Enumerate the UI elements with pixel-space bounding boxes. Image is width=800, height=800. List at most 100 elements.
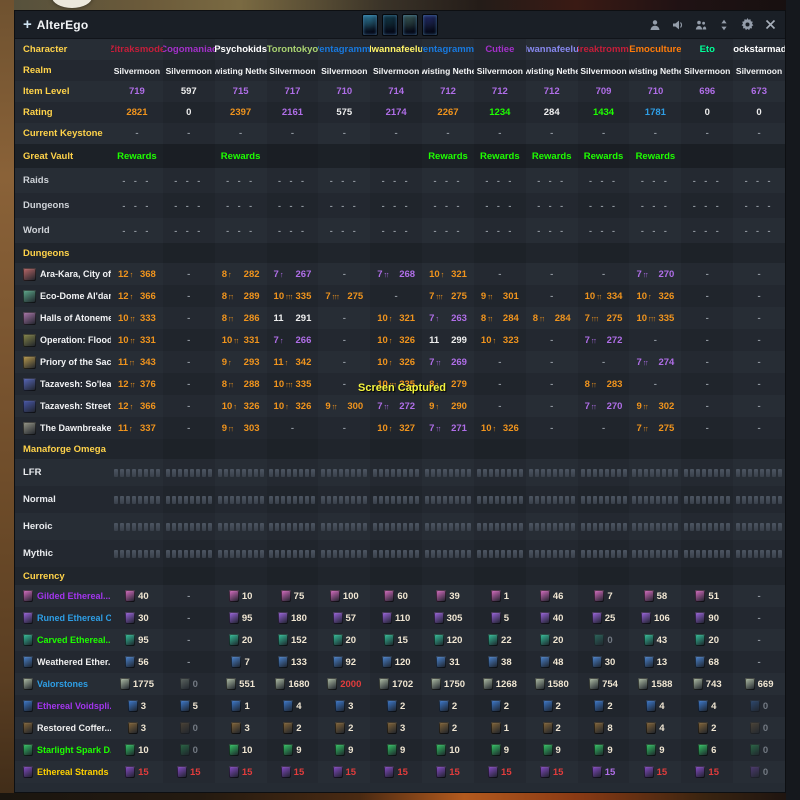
raid-progress-cell xyxy=(681,486,733,513)
currency-label: Starlight Spark D... xyxy=(15,739,111,761)
currency-icon xyxy=(231,722,241,734)
portal-icon-2[interactable] xyxy=(382,14,398,36)
dungeon-label[interactable]: Tazavesh: So'lea... xyxy=(15,373,111,395)
close-icon[interactable] xyxy=(763,18,777,32)
raid-progress-cell xyxy=(733,513,785,540)
row-label-text: Raids xyxy=(23,175,49,186)
boss-box xyxy=(644,496,648,504)
realm-cell: Silvermoon xyxy=(267,60,319,81)
vault-rewards-cell[interactable]: Rewards xyxy=(111,144,163,168)
boss-box xyxy=(623,469,627,477)
raid-progress-cell xyxy=(681,540,733,567)
character-column-header[interactable]: Eto xyxy=(681,39,733,60)
currency-value-cell: 15 xyxy=(526,761,578,783)
boss-box xyxy=(726,469,730,477)
settings-icon[interactable] xyxy=(740,18,754,32)
currency-icon xyxy=(594,744,604,756)
currency-icon xyxy=(128,700,138,712)
boss-box xyxy=(224,496,228,504)
section-spacer xyxy=(733,567,785,585)
character-column-header[interactable]: Zitraksmode xyxy=(111,39,163,60)
currency-value-cell: 754 xyxy=(578,673,630,695)
dungeon-score-cell: - xyxy=(474,263,526,285)
dungeon-label[interactable]: Eco-Dome Al'dani xyxy=(15,285,111,307)
character-column-header[interactable]: Cutiee xyxy=(474,39,526,60)
boss-box xyxy=(339,496,343,504)
character-column-header[interactable]: Psychokids xyxy=(215,39,267,60)
boss-box xyxy=(702,523,706,531)
currency-value-cell: 10 xyxy=(215,739,267,761)
sort-icon[interactable] xyxy=(717,18,731,32)
rating-cell: 1434 xyxy=(578,102,630,123)
boss-box xyxy=(184,550,188,558)
portal-icon-1[interactable] xyxy=(362,14,378,36)
game-world-top xyxy=(0,0,800,10)
boss-box xyxy=(299,496,303,504)
character-column-header[interactable]: Emoculture xyxy=(629,39,681,60)
currency-icon xyxy=(436,590,446,602)
party-icon[interactable] xyxy=(694,18,708,32)
row-label: Manaforge Omega xyxy=(15,439,111,459)
dungeon-label[interactable]: Tazavesh: Street... xyxy=(15,395,111,417)
vault-rewards-cell[interactable]: Rewards xyxy=(578,144,630,168)
boss-kill-indicators xyxy=(581,550,627,558)
character-column-header[interactable]: Breaktromme xyxy=(578,39,630,60)
character-column-header[interactable]: Pentagramma xyxy=(318,39,370,60)
boss-box xyxy=(281,469,285,477)
boss-box xyxy=(409,469,413,477)
vault-rewards-cell[interactable]: Rewards xyxy=(629,144,681,168)
boss-box xyxy=(293,550,297,558)
dungeon-label[interactable]: The Dawnbreaker xyxy=(15,417,111,439)
character-column-header[interactable]: Iwannafeelu xyxy=(526,39,578,60)
dungeon-label[interactable]: Priory of the Sac... xyxy=(15,351,111,373)
character-column-header[interactable]: Rockstarmade xyxy=(733,39,785,60)
dungeon-score-cell: 12↑368 xyxy=(111,263,163,285)
boss-box xyxy=(656,523,660,531)
boss-kill-indicators xyxy=(373,496,419,504)
boss-box xyxy=(363,523,367,531)
dungeon-score-cell: - xyxy=(681,263,733,285)
boss-box xyxy=(333,523,337,531)
boss-box xyxy=(138,496,142,504)
dungeon-score-cell: 10↑↑331 xyxy=(111,329,163,351)
character-column-header[interactable]: Pentagramma xyxy=(422,39,474,60)
raid-progress-cell xyxy=(733,540,785,567)
dungeon-score-cell: 7↑↑268 xyxy=(370,263,422,285)
vault-rewards-cell[interactable]: Rewards xyxy=(474,144,526,168)
dungeon-score-cell: 11299 xyxy=(422,329,474,351)
vault-rewards-cell[interactable]: Rewards xyxy=(526,144,578,168)
currency-icon xyxy=(488,656,498,668)
item-level-cell: 712 xyxy=(526,81,578,102)
portal-icon-4[interactable] xyxy=(422,14,438,36)
character-icon[interactable] xyxy=(648,18,662,32)
currency-value-cell: 4 xyxy=(629,717,681,739)
boss-box xyxy=(684,523,688,531)
boss-box xyxy=(357,496,361,504)
boss-box xyxy=(208,496,212,504)
boss-box xyxy=(345,523,349,531)
boss-box xyxy=(638,523,642,531)
section-spacer xyxy=(526,243,578,263)
currency-value-cell: 48 xyxy=(526,651,578,673)
currency-icon xyxy=(278,634,288,646)
boss-box xyxy=(218,523,222,531)
character-column-header[interactable]: Iwannafeelu xyxy=(370,39,422,60)
currency-label: Weathered Ether... xyxy=(15,651,111,673)
vault-rewards-cell[interactable]: Rewards xyxy=(422,144,474,168)
dungeon-label[interactable]: Operation: Flood... xyxy=(15,329,111,351)
portal-icon-3[interactable] xyxy=(402,14,418,36)
boss-box xyxy=(321,496,325,504)
character-column-header[interactable]: Cogomaniac xyxy=(163,39,215,60)
sound-icon[interactable] xyxy=(671,18,685,32)
character-column-header[interactable]: Torontokyo xyxy=(267,39,319,60)
currency-value-cell: - xyxy=(733,585,785,607)
dungeon-score-cell: 7↑↑275 xyxy=(629,417,681,439)
dungeon-label[interactable]: Halls of Atoneme... xyxy=(15,307,111,329)
boss-box xyxy=(638,469,642,477)
vault-slot-cell: - - - xyxy=(422,218,474,243)
vault-rewards-cell[interactable]: Rewards xyxy=(215,144,267,168)
realm-cell: Silvermoon xyxy=(681,60,733,81)
dungeon-label[interactable]: Ara-Kara, City of... xyxy=(15,263,111,285)
boss-box xyxy=(333,496,337,504)
boss-box xyxy=(467,523,471,531)
